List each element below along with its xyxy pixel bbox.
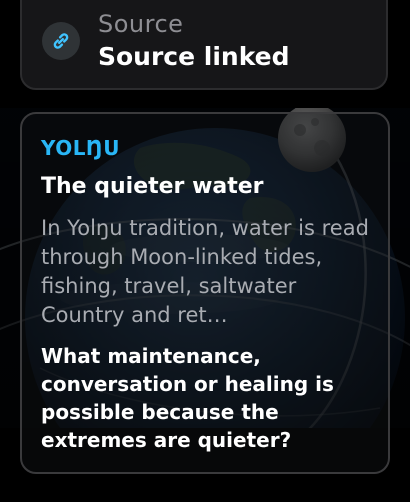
source-title: Source linked	[98, 42, 290, 71]
story-body: In Yolŋu tradition, water is read throug…	[41, 216, 369, 327]
story-card[interactable]: YOLŊU The quieter water In Yolŋu traditi…	[20, 112, 390, 474]
source-kicker: Source	[98, 10, 184, 38]
story-headline: The quieter water	[41, 174, 264, 199]
screen: Source Source linked YOLŊU The quieter w…	[0, 0, 410, 502]
link-icon	[42, 22, 80, 60]
source-card[interactable]: Source Source linked	[20, 0, 388, 90]
story-eyebrow: YOLŊU	[41, 136, 120, 160]
story-prompt: What maintenance, conversation or healin…	[41, 344, 334, 452]
